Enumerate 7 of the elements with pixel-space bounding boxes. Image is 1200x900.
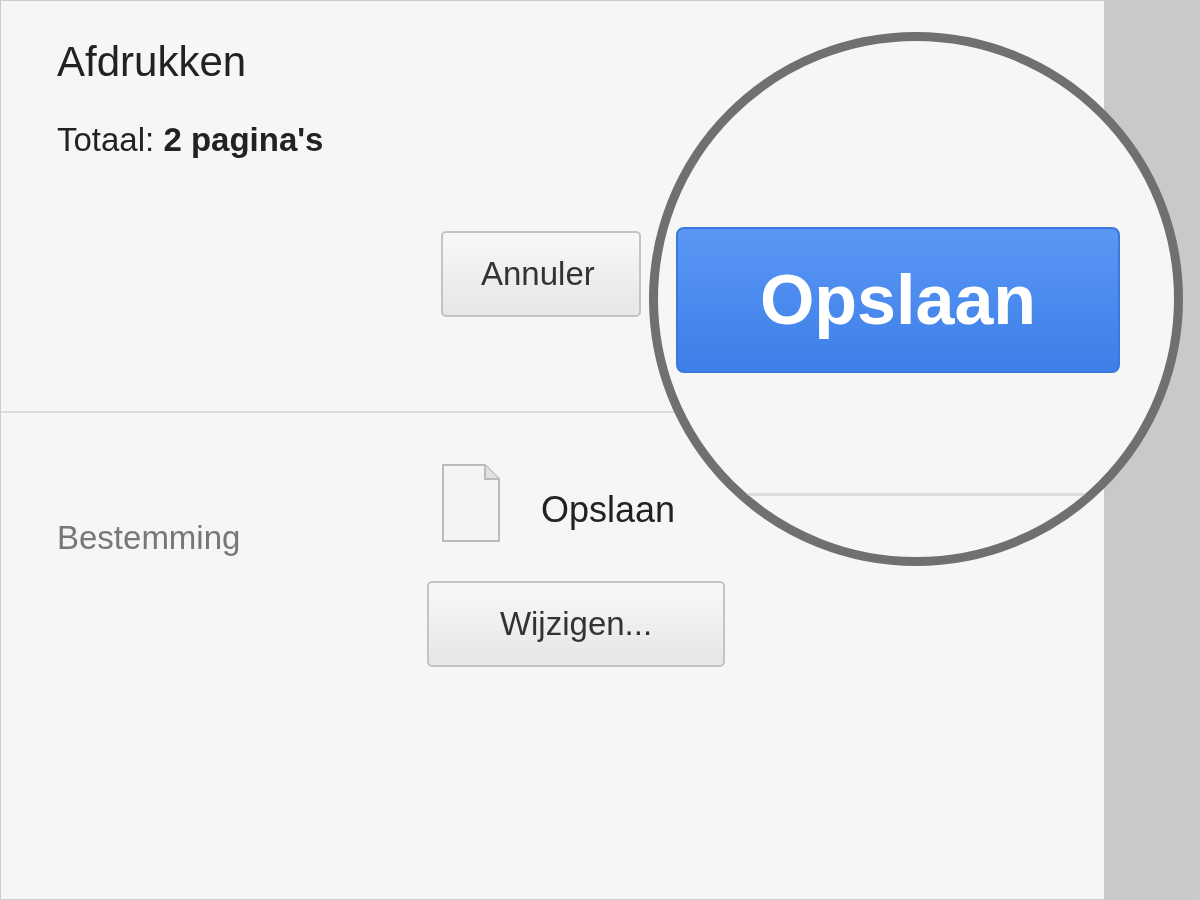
dialog-title: Afdrukken: [57, 37, 248, 87]
destination-label: Bestemming: [57, 518, 242, 558]
document-icon: [441, 463, 501, 543]
page-total: Totaal: 2 pagina's: [57, 120, 325, 161]
cancel-button[interactable]: Annuler: [441, 230, 641, 317]
destination-value: Opslaan: [541, 488, 676, 532]
change-button[interactable]: Wijzigen...: [427, 581, 725, 667]
